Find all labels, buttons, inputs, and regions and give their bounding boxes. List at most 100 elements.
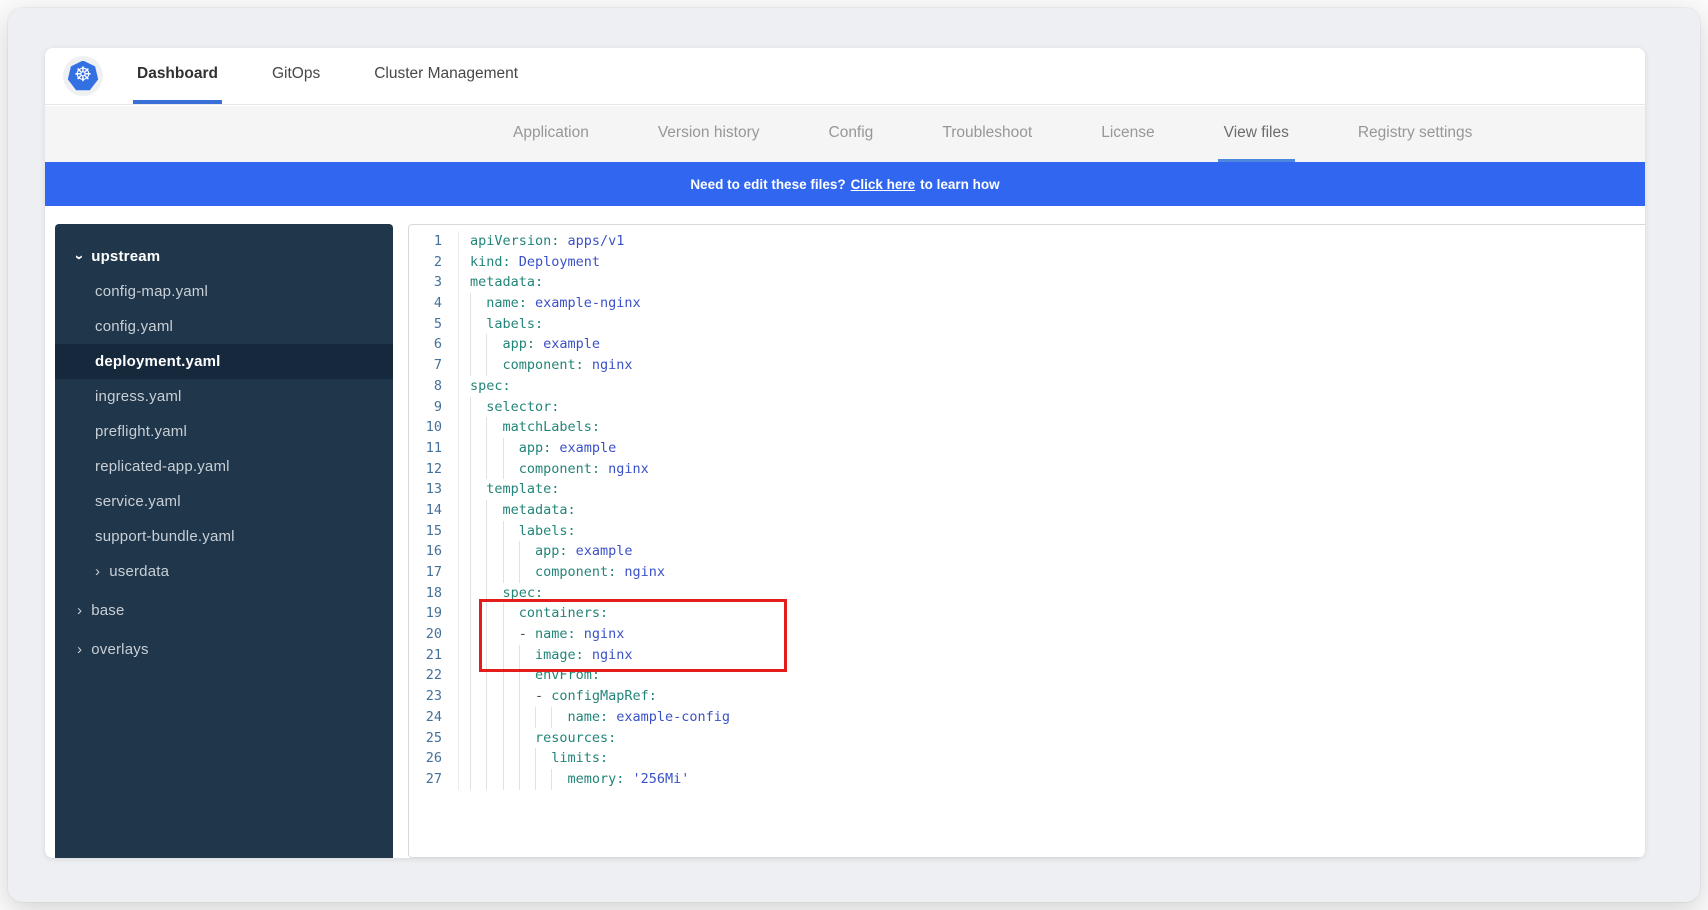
code-line-2: 2kind: Deployment bbox=[409, 252, 1645, 273]
line-number: 8 bbox=[409, 376, 459, 397]
indent-guide bbox=[519, 686, 535, 707]
file-service-yaml[interactable]: service.yaml bbox=[55, 484, 393, 519]
tree-item-label: upstream bbox=[91, 248, 160, 265]
tree-item-label: config.yaml bbox=[95, 318, 173, 335]
click-here-link[interactable]: Click here bbox=[851, 177, 916, 192]
indent-guide bbox=[535, 748, 551, 769]
code-text: spec: bbox=[459, 583, 543, 604]
code-line-18: 18spec: bbox=[409, 583, 1645, 604]
indent-guide bbox=[470, 541, 486, 562]
folder-upstream[interactable]: › upstream bbox=[55, 239, 393, 274]
kubernetes-logo-icon: ☸ bbox=[63, 56, 103, 96]
file-config-map-yaml[interactable]: config-map.yaml bbox=[55, 274, 393, 309]
line-number: 7 bbox=[409, 355, 459, 376]
code-editor[interactable]: 1apiVersion: apps/v12kind: Deployment3me… bbox=[408, 224, 1645, 858]
indent-guide bbox=[470, 459, 486, 480]
chevron-right-icon: › bbox=[95, 564, 100, 579]
line-number: 6 bbox=[409, 334, 459, 355]
code-line-5: 5labels: bbox=[409, 314, 1645, 335]
indent-guide bbox=[470, 603, 486, 624]
indent-guide bbox=[486, 459, 502, 480]
code-text: name: example-nginx bbox=[459, 293, 641, 314]
file-ingress-yaml[interactable]: ingress.yaml bbox=[55, 379, 393, 414]
indent-guide bbox=[486, 583, 502, 604]
folder-userdata[interactable]: ›userdata bbox=[55, 554, 393, 589]
indent-guide bbox=[503, 665, 519, 686]
tree-item-label: config-map.yaml bbox=[95, 283, 208, 300]
line-number: 4 bbox=[409, 293, 459, 314]
line-number: 21 bbox=[409, 645, 459, 666]
kubernetes-helm-icon: ☸ bbox=[68, 61, 99, 92]
indent-guide bbox=[486, 438, 502, 459]
tab-cluster-management[interactable]: Cluster Management bbox=[370, 48, 522, 104]
indent-guide bbox=[470, 686, 486, 707]
file-config-yaml[interactable]: config.yaml bbox=[55, 309, 393, 344]
code-text: component: nginx bbox=[459, 459, 649, 480]
chevron-down-icon: › bbox=[72, 255, 87, 260]
code-text: app: example bbox=[459, 541, 633, 562]
indent-guide bbox=[486, 355, 502, 376]
code-line-23: 23- configMapRef: bbox=[409, 686, 1645, 707]
line-number: 11 bbox=[409, 438, 459, 459]
code-text: memory: '256Mi' bbox=[459, 769, 689, 790]
tab-application[interactable]: Application bbox=[507, 106, 595, 162]
line-number: 18 bbox=[409, 583, 459, 604]
file-deployment-yaml[interactable]: deployment.yaml bbox=[55, 344, 393, 379]
tab-dashboard[interactable]: Dashboard bbox=[133, 48, 222, 104]
code-text: - configMapRef: bbox=[459, 686, 657, 707]
code-text: app: example bbox=[459, 438, 616, 459]
indent-guide bbox=[470, 665, 486, 686]
indent-guide bbox=[503, 603, 519, 624]
code-line-8: 8spec: bbox=[409, 376, 1645, 397]
tab-license[interactable]: License bbox=[1095, 106, 1160, 162]
line-number: 5 bbox=[409, 314, 459, 335]
primary-nav: ☸ Dashboard GitOps Cluster Management bbox=[45, 48, 1645, 105]
line-number: 15 bbox=[409, 521, 459, 542]
indent-guide bbox=[470, 521, 486, 542]
tree-item-label: replicated-app.yaml bbox=[95, 458, 230, 475]
indent-guide bbox=[486, 521, 502, 542]
indent-guide bbox=[470, 728, 486, 749]
chevron-right-icon: › bbox=[77, 603, 82, 618]
primary-nav-tabs: Dashboard GitOps Cluster Management bbox=[133, 48, 522, 104]
tab-registry-settings[interactable]: Registry settings bbox=[1352, 106, 1479, 162]
indent-guide bbox=[486, 769, 502, 790]
tab-config[interactable]: Config bbox=[823, 106, 880, 162]
line-number: 10 bbox=[409, 417, 459, 438]
indent-guide bbox=[470, 397, 486, 418]
code-line-12: 12component: nginx bbox=[409, 459, 1645, 480]
code-text: limits: bbox=[459, 748, 608, 769]
tab-troubleshoot[interactable]: Troubleshoot bbox=[936, 106, 1038, 162]
line-number: 9 bbox=[409, 397, 459, 418]
code-line-6: 6app: example bbox=[409, 334, 1645, 355]
indent-guide bbox=[551, 707, 567, 728]
file-preflight-yaml[interactable]: preflight.yaml bbox=[55, 414, 393, 449]
code-line-20: 20- name: nginx bbox=[409, 624, 1645, 645]
tab-view-files[interactable]: View files bbox=[1218, 106, 1295, 162]
code-line-10: 10matchLabels: bbox=[409, 417, 1645, 438]
code-text: template: bbox=[459, 479, 559, 500]
code-line-26: 26limits: bbox=[409, 748, 1645, 769]
file-replicated-app-yaml[interactable]: replicated-app.yaml bbox=[55, 449, 393, 484]
folder-overlays[interactable]: ›overlays bbox=[55, 632, 393, 667]
file-support-bundle-yaml[interactable]: support-bundle.yaml bbox=[55, 519, 393, 554]
code-text: selector: bbox=[459, 397, 559, 418]
indent-guide bbox=[470, 314, 486, 335]
chevron-right-icon: › bbox=[77, 642, 82, 657]
code-line-7: 7component: nginx bbox=[409, 355, 1645, 376]
code-text: - name: nginx bbox=[459, 624, 624, 645]
indent-guide bbox=[535, 769, 551, 790]
indent-guide bbox=[470, 645, 486, 666]
code-text: apiVersion: apps/v1 bbox=[459, 231, 624, 252]
code-line-13: 13template: bbox=[409, 479, 1645, 500]
tab-gitops[interactable]: GitOps bbox=[268, 48, 324, 104]
code-line-3: 3metadata: bbox=[409, 272, 1645, 293]
indent-guide bbox=[503, 769, 519, 790]
indent-guide bbox=[470, 624, 486, 645]
folder-base[interactable]: ›base bbox=[55, 593, 393, 628]
indent-guide bbox=[519, 728, 535, 749]
indent-guide bbox=[503, 707, 519, 728]
tab-version-history[interactable]: Version history bbox=[652, 106, 766, 162]
line-number: 13 bbox=[409, 479, 459, 500]
tree-item-label: preflight.yaml bbox=[95, 423, 187, 440]
